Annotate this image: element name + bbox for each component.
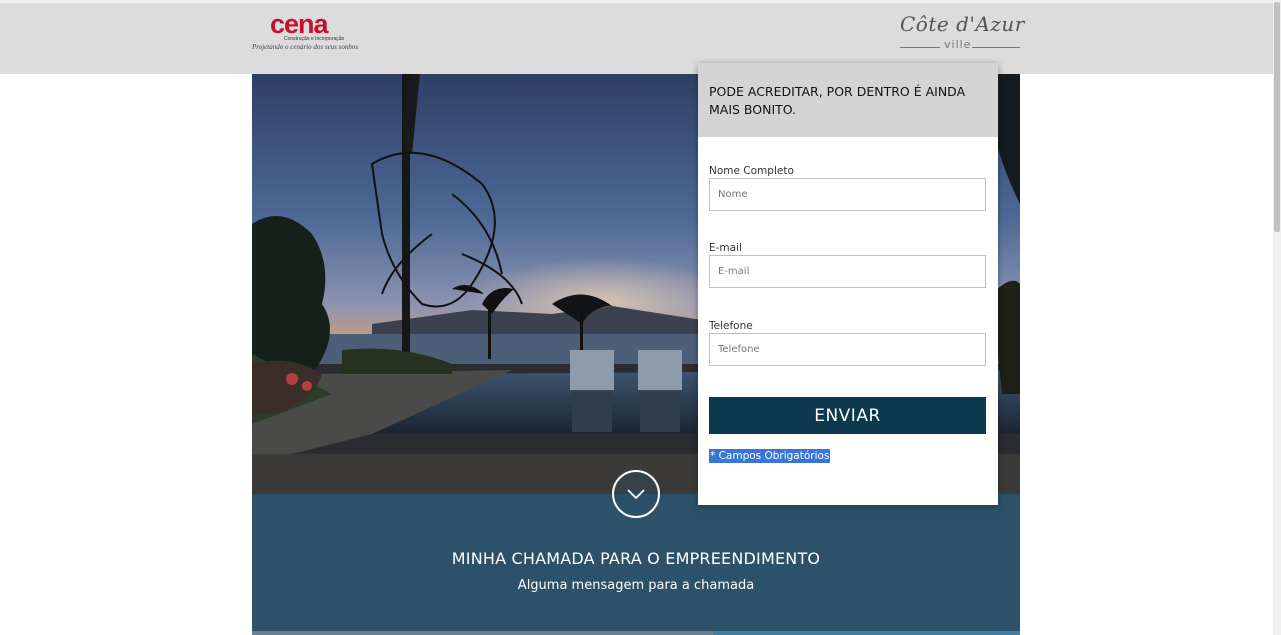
name-input[interactable] (709, 178, 986, 211)
submit-button[interactable]: ENVIAR (709, 397, 986, 434)
cena-tagline: Projetando o cenário dos seus sonhos (252, 43, 359, 51)
email-input[interactable] (709, 255, 986, 288)
cena-subtitle: Construção e Incorporação (284, 36, 345, 42)
band-bottom-strip-left (252, 631, 713, 635)
cote-dazur-script: Côte d'Azur (900, 12, 1025, 36)
callout-title: MINHA CHAMADA PARA O EMPREENDIMENTO (451, 549, 821, 568)
cote-dazur-ville: ville (944, 38, 972, 51)
cote-dazur-logo[interactable]: Côte d'Azur ville (898, 12, 1025, 54)
chevron-down-icon (627, 489, 645, 500)
cena-wordmark: cena (270, 9, 329, 39)
form-heading: PODE ACREDITAR, POR DENTRO É AINDA MAIS … (709, 84, 966, 117)
form-header: PODE ACREDITAR, POR DENTRO É AINDA MAIS … (698, 63, 998, 137)
cena-logo[interactable]: cena Construção e Incorporação Projetand… (252, 10, 372, 56)
scrollbar-thumb[interactable] (1274, 2, 1280, 232)
logo-rule-right (972, 47, 1020, 48)
band-bottom-strip-right (713, 631, 1020, 635)
required-fields-note: * Campos Obrigatórios (709, 449, 831, 463)
name-label: Nome Completo (709, 165, 794, 177)
logo-rule-left (900, 47, 940, 48)
lead-form-card: PODE ACREDITAR, POR DENTRO É AINDA MAIS … (698, 63, 998, 505)
email-label: E-mail (709, 242, 742, 254)
top-divider (0, 0, 1273, 3)
site-header (0, 0, 1273, 74)
phone-input[interactable] (709, 333, 986, 366)
phone-label: Telefone (709, 320, 753, 332)
callout-subtitle: Alguma mensagem para a chamada (517, 578, 755, 593)
scroll-down-button[interactable] (612, 470, 660, 518)
